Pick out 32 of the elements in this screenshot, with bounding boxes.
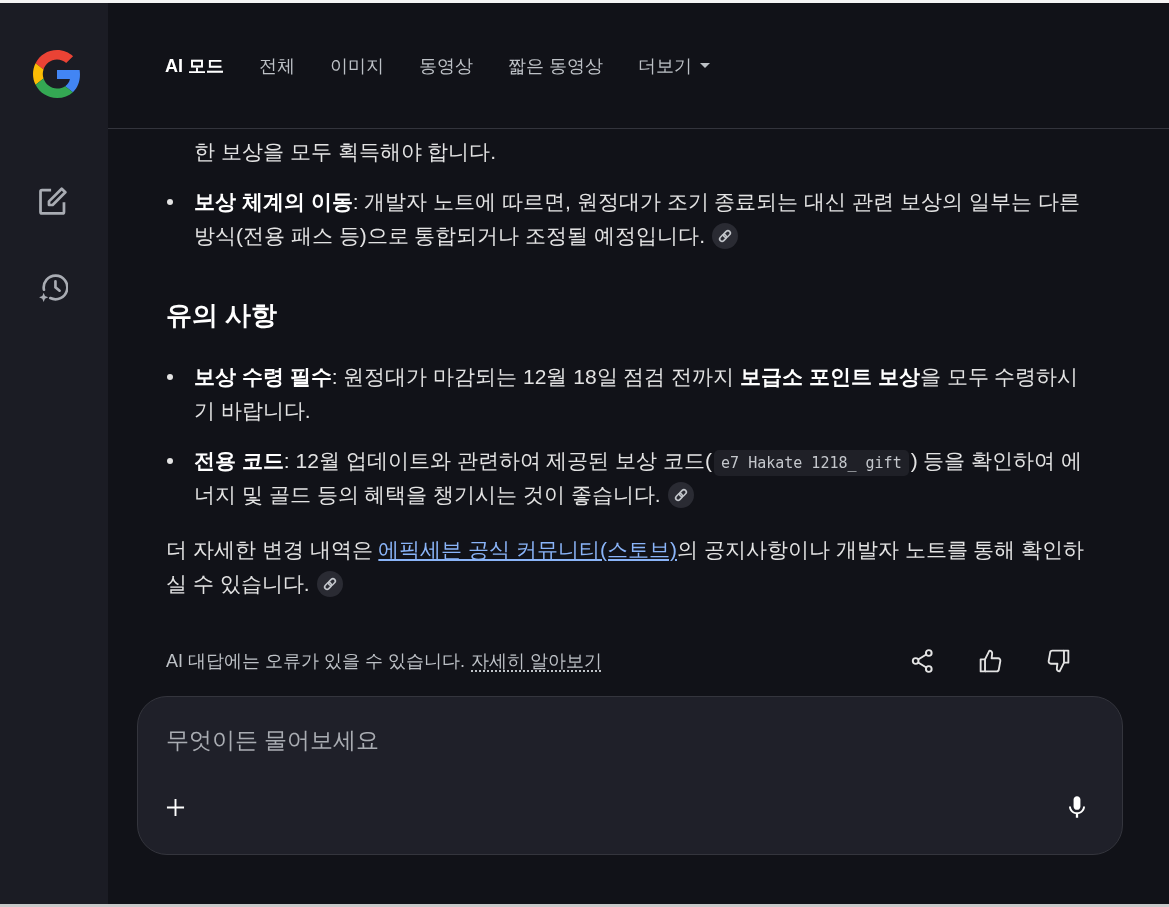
tab[interactable]: 짧은 동영상: [508, 53, 604, 78]
thumbs-up-icon[interactable]: [979, 649, 1002, 673]
bullet-icon: [167, 199, 173, 205]
tab[interactable]: 동영상: [419, 53, 473, 78]
learn-more-link[interactable]: 자세히 알아보기: [471, 649, 603, 673]
code-snippet: e7 Hakate 1218_ gift: [714, 450, 909, 476]
community-link[interactable]: 에픽세븐 공식 커뮤니티(스토브): [378, 538, 677, 561]
bullet-text: 한 보상을 모두 획득해야 합니다.: [194, 139, 498, 165]
caret-icon: [700, 63, 711, 68]
tab[interactable]: 이미지: [330, 53, 384, 78]
tab[interactable]: AI 모드: [165, 53, 224, 78]
prompt-input[interactable]: 무엇이든 물어보세요: [166, 722, 1085, 758]
tab[interactable]: 더보기: [638, 53, 711, 78]
history-icon[interactable]: [37, 273, 68, 303]
disclaimer-text: AI 대답에는 오류가 있을 수 있습니다.: [166, 650, 465, 673]
link-icon[interactable]: [712, 223, 738, 249]
section-heading: 유의 사항: [166, 299, 279, 332]
tab[interactable]: 전체: [259, 53, 295, 78]
paragraph-text: 더 자세한 변경 내역은 에픽세븐 공식 커뮤니티(스토브)의 공지사항이나 개발자 노트를 통해 확인하실 수 있습니다.: [166, 537, 1086, 599]
link-icon[interactable]: [667, 482, 694, 508]
bullet-icon: [167, 458, 173, 464]
bullet-text: 보상 수령 필수: 원정대가 마감되는 12월 18일 점검 전까지 보급소 포인트 보상을 모두 수령하시기 바랍니다.: [194, 364, 1080, 424]
plus-icon[interactable]: [166, 797, 185, 817]
bullet-text: 보상 체계의 이동: 개발자 노트에 따르면, 원정대가 조기 종료되는 대신 관련 보상의 일부는 다른 방식(전용 패스 등)으로 통합되거나 조정될 예정입니다.: [194, 189, 1081, 251]
bullet-icon: [167, 374, 173, 380]
link-icon[interactable]: [316, 571, 343, 597]
share-icon[interactable]: [911, 649, 934, 673]
bullet-text: 전용 코드: 12월 업데이트와 관련하여 제공된 보상 코드( e7 Hakate 1218_ gift ) 등을 확인하여 에너지 및 골드 등의 혜택을 챙기시는 것이 좋습니다.: [194, 448, 1084, 510]
mic-icon[interactable]: [1069, 796, 1085, 818]
thumbs-down-icon[interactable]: [1047, 649, 1070, 673]
logo-icon[interactable]: [33, 50, 81, 98]
edit-icon[interactable]: [38, 187, 67, 215]
